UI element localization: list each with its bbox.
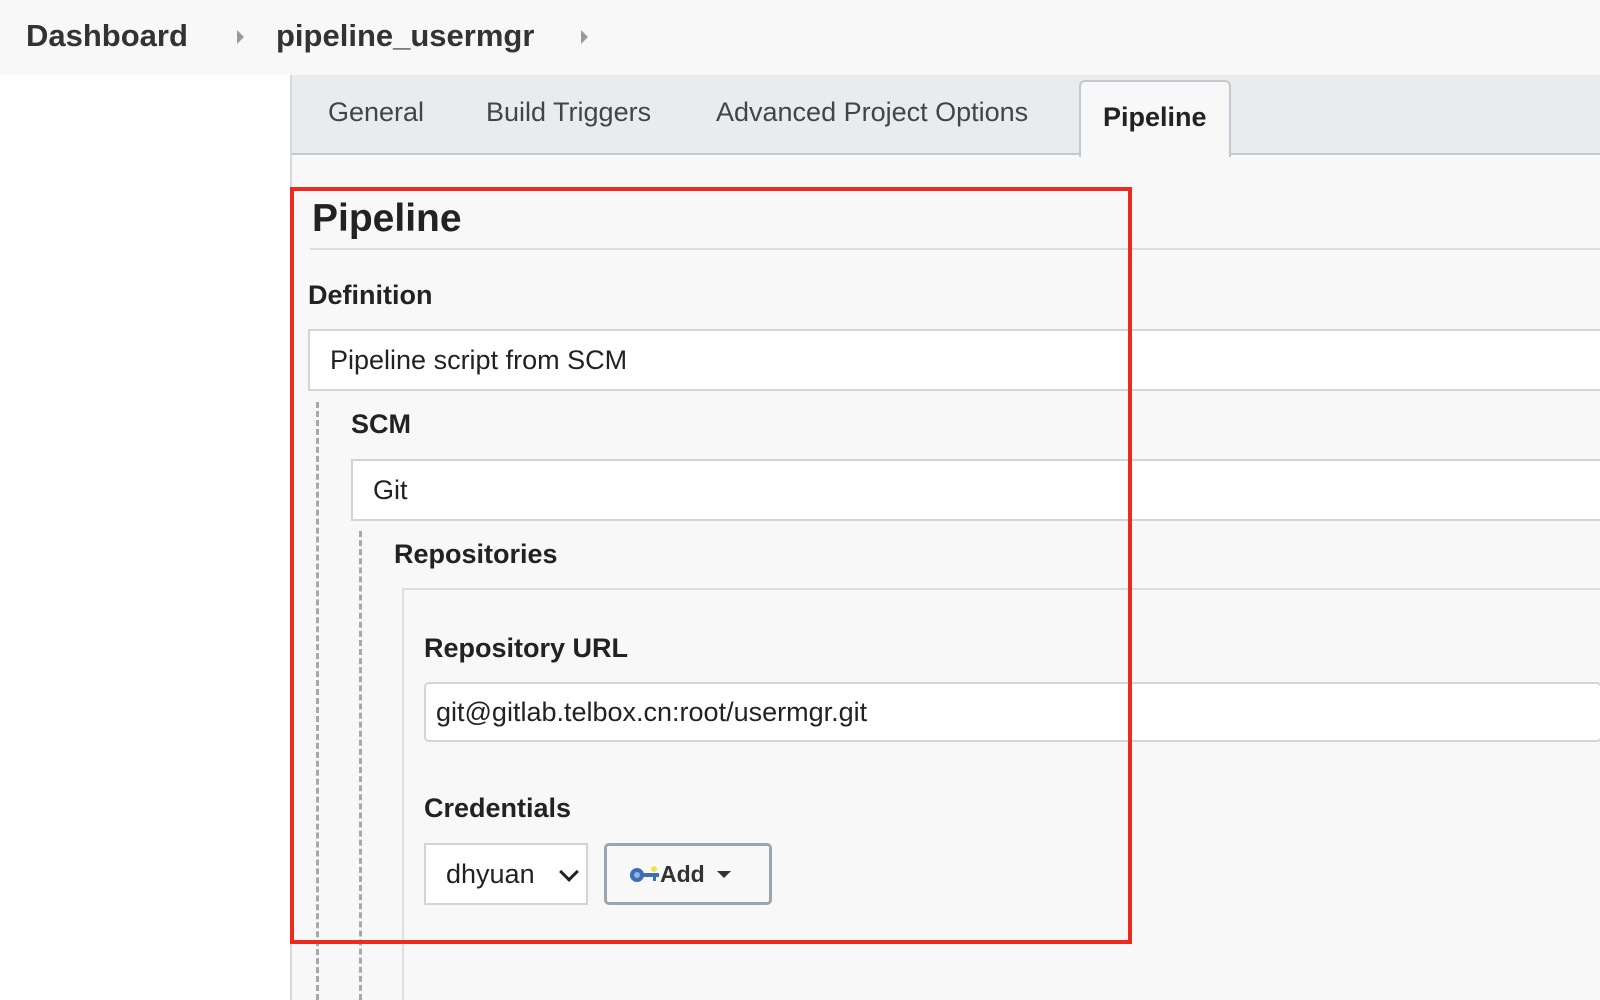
section-title-pipeline: Pipeline <box>312 197 462 240</box>
key-icon <box>630 866 659 882</box>
tab-pipeline[interactable]: Pipeline <box>1079 80 1231 157</box>
breadcrumb-dashboard-link[interactable]: Dashboard <box>26 18 188 54</box>
add-button-label: Add <box>660 861 705 887</box>
definition-nesting-guide <box>316 402 319 1000</box>
tab-build-triggers[interactable]: Build Triggers <box>486 97 651 128</box>
repository-url-label: Repository URL <box>424 633 629 663</box>
config-panel: General Build Triggers Advanced Project … <box>290 75 1600 1000</box>
breadcrumb: Dashboard pipeline_usermgr <box>0 0 1600 75</box>
credentials-selected-value: dhyuan <box>446 859 535 889</box>
credentials-select[interactable]: dhyuan <box>424 843 588 905</box>
chevron-down-icon <box>559 862 579 882</box>
definition-label: Definition <box>308 280 433 310</box>
caret-down-icon <box>717 871 731 878</box>
caret-right-icon[interactable] <box>581 30 588 44</box>
repository-url-input[interactable]: git@gitlab.telbox.cn:root/usermgr.git <box>424 682 1600 742</box>
scm-select[interactable]: Git <box>351 459 1600 521</box>
section-divider <box>310 248 1600 250</box>
scm-nesting-guide <box>359 531 362 1000</box>
breadcrumb-job-link[interactable]: pipeline_usermgr <box>276 18 534 54</box>
repositories-label: Repositories <box>394 539 558 569</box>
add-credentials-button[interactable]: Add <box>604 843 772 905</box>
definition-select[interactable]: Pipeline script from SCM <box>308 329 1600 391</box>
sidebar-area <box>0 75 290 1000</box>
scm-label: SCM <box>351 409 411 439</box>
tab-general[interactable]: General <box>328 97 424 128</box>
credentials-label: Credentials <box>424 793 572 823</box>
caret-right-icon[interactable] <box>237 30 244 44</box>
config-tabbar: General Build Triggers Advanced Project … <box>292 75 1600 157</box>
tab-advanced-project-options[interactable]: Advanced Project Options <box>716 97 1028 128</box>
